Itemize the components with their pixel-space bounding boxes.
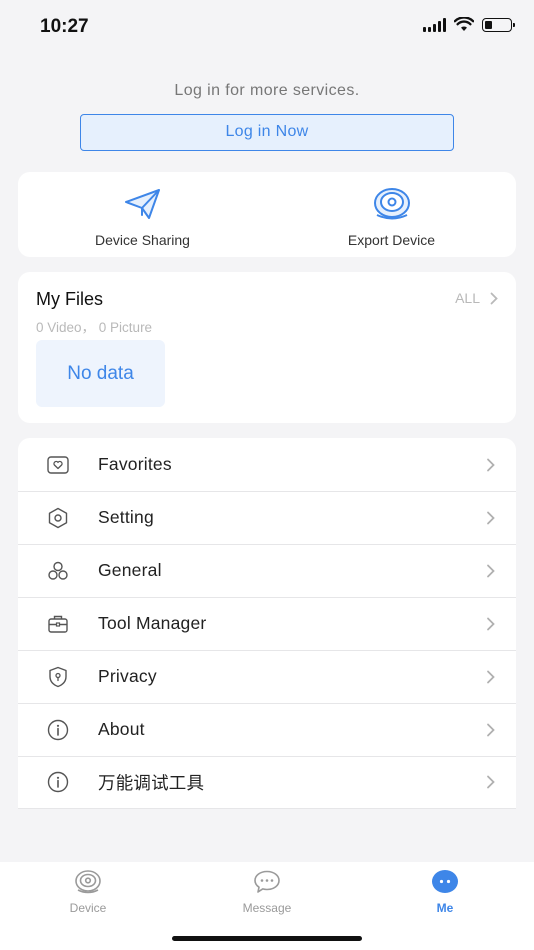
tab-me-label: Me (436, 901, 454, 915)
my-files-card: My Files ALL 0 Video， 0 Picture No data (18, 272, 516, 423)
status-bar: 10:27 (0, 0, 534, 50)
tab-message-label: Message (242, 901, 292, 915)
info-icon (47, 771, 69, 793)
export-device-label: Export Device (347, 232, 436, 248)
tab-message[interactable]: Message (222, 869, 312, 915)
menu-item-about[interactable]: About (18, 703, 516, 756)
wifi-icon (454, 17, 474, 31)
chevron-right-icon (487, 775, 495, 789)
device-sharing-label: Device Sharing (95, 232, 190, 248)
chevron-right-icon (487, 617, 495, 630)
quick-actions-card: Device Sharing Export Device (18, 172, 516, 257)
chevron-right-icon (490, 292, 498, 304)
chevron-right-icon (487, 723, 495, 736)
status-icons (423, 17, 515, 32)
menu-item-label: Tool Manager (98, 613, 207, 633)
menu-item-label: 万能调试工具 (98, 772, 205, 793)
camera-device-icon (373, 188, 410, 220)
menu-item-label: General (98, 560, 162, 580)
menu-item-debug-tool[interactable]: 万能调试工具 (18, 756, 516, 809)
no-data-placeholder: No data (36, 340, 165, 407)
status-time: 10:27 (40, 16, 89, 37)
login-now-button[interactable]: Log in Now (80, 114, 454, 151)
message-bubble-icon (254, 870, 280, 893)
general-circles-icon (48, 561, 68, 580)
menu-item-label: About (98, 719, 145, 739)
tab-me[interactable]: Me (400, 869, 490, 915)
home-indicator (172, 936, 362, 941)
files-summary: 0 Video， 0 Picture (36, 320, 153, 335)
battery-icon (482, 17, 515, 32)
paper-plane-icon (124, 189, 160, 219)
menu-list: Favorites Setting General Tool Manager P… (18, 438, 516, 809)
info-icon (47, 719, 69, 740)
favorites-icon (47, 455, 69, 474)
chevron-right-icon (487, 458, 495, 471)
export-device-button[interactable]: Export Device (267, 172, 516, 257)
shield-lock-icon (49, 666, 67, 687)
device-camera-icon (75, 870, 101, 894)
menu-item-setting[interactable]: Setting (18, 491, 516, 544)
menu-item-general[interactable]: General (18, 544, 516, 597)
device-sharing-button[interactable]: Device Sharing (18, 172, 267, 257)
files-all-label: ALL (455, 290, 480, 306)
menu-item-tool-manager[interactable]: Tool Manager (18, 597, 516, 650)
chevron-right-icon (487, 511, 495, 524)
my-files-title: My Files (36, 289, 103, 309)
setting-hexagon-icon (48, 507, 68, 528)
chevron-right-icon (487, 670, 495, 683)
tab-device[interactable]: Device (43, 869, 133, 915)
menu-item-label: Privacy (98, 666, 157, 686)
cellular-signal-icon (423, 17, 446, 32)
chevron-right-icon (487, 564, 495, 577)
menu-item-favorites[interactable]: Favorites (18, 438, 516, 491)
me-face-icon (432, 870, 458, 893)
menu-item-label: Favorites (98, 454, 172, 474)
menu-item-privacy[interactable]: Privacy (18, 650, 516, 703)
toolbox-icon (48, 615, 68, 633)
files-all-link[interactable]: ALL (455, 290, 498, 306)
login-prompt: Log in for more services. (174, 82, 360, 99)
menu-item-label: Setting (98, 507, 154, 527)
tab-device-label: Device (69, 901, 107, 915)
